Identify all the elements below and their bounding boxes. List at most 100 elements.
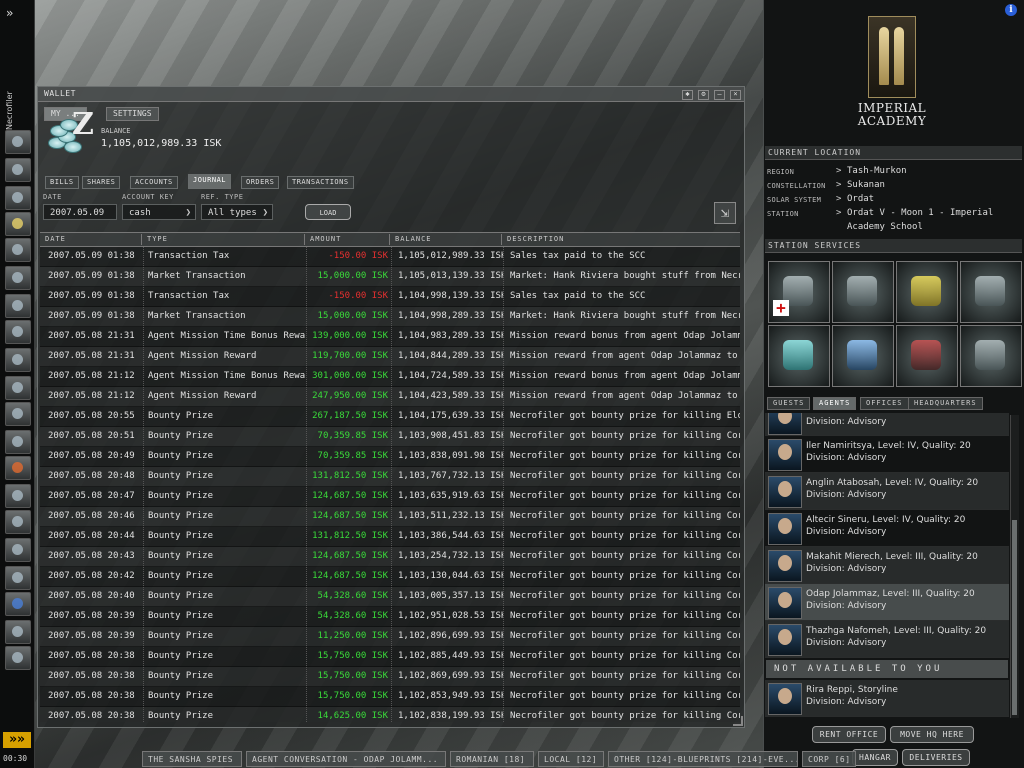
table-row[interactable]: 2007.05.09 01:38 Market Transaction 15,000…	[40, 307, 740, 327]
help-ring-icon[interactable]	[5, 456, 31, 480]
agent-list-scrollbar[interactable]	[1010, 415, 1019, 718]
date-input[interactable]: 2007.05.09	[43, 204, 117, 220]
list-item[interactable]: Odap Jolammaz, Level: III, Quality: 20 D…	[765, 584, 1009, 621]
taskbar-item[interactable]: THE SANSHA SPIES	[142, 751, 242, 767]
fitting-service-icon[interactable]	[832, 261, 894, 323]
close-icon[interactable]: ×	[730, 90, 741, 100]
table-row[interactable]: 2007.05.08 20:39 Bounty Prize 11,250.00 IS…	[40, 627, 740, 647]
table-row[interactable]: 2007.05.08 20:43 Bounty Prize 124,687.50 I…	[40, 547, 740, 567]
taskbar-item[interactable]: ROMANIAN [18]	[450, 751, 534, 767]
table-row[interactable]: 2007.05.08 20:39 Bounty Prize 54,328.60 IS…	[40, 607, 740, 627]
pin-icon[interactable]: ✱	[682, 90, 693, 100]
headset-icon[interactable]	[5, 566, 31, 590]
expand-icon[interactable]: »	[6, 6, 13, 20]
table-row[interactable]: 2007.05.09 01:38 Transaction Tax -150.00 I…	[40, 247, 740, 267]
character-sheet-icon[interactable]	[5, 130, 31, 154]
corporation-icon[interactable]	[5, 430, 31, 454]
rent-office-button[interactable]: RENT OFFICE	[812, 726, 886, 743]
region-value[interactable]: Tash-Murkon	[847, 166, 907, 176]
taskbar-item[interactable]: OTHER [124]-BLUEPRINTS [214]-EVE...	[608, 751, 798, 767]
fitting-icon[interactable]	[5, 484, 31, 508]
taskbar-item[interactable]: LOCAL [12]	[538, 751, 604, 767]
tab-settings[interactable]: SETTINGS	[106, 107, 159, 121]
undock-arrows-icon[interactable]: »»	[3, 732, 31, 748]
tab-headquarters[interactable]: HEADQUARTERS	[908, 397, 983, 410]
info-icon[interactable]: i	[1005, 4, 1017, 16]
col-amount[interactable]: AMOUNT	[304, 234, 341, 245]
solar-system-value[interactable]: Ordat	[847, 194, 874, 204]
help-icon[interactable]	[5, 592, 31, 616]
list-item[interactable]: Thazhga Nafomeh, Level: III, Quality: 20…	[765, 621, 1009, 658]
account-key-select[interactable]: cash ❯	[122, 204, 196, 220]
list-item[interactable]: Makahit Mierech, Level: III, Quality: 20…	[765, 547, 1009, 584]
list-item[interactable]: Anglin Atabosah, Level: IV, Quality: 20 …	[765, 473, 1009, 510]
deliveries-button[interactable]: DELIVERIES	[902, 749, 970, 766]
load-button[interactable]: LOAD	[305, 204, 351, 220]
tab-journal[interactable]: JOURNAL	[188, 174, 232, 189]
tab-bills[interactable]: BILLS	[45, 176, 79, 189]
taskbar-item[interactable]: AGENT CONVERSATION - ODAP JOLAMM...	[246, 751, 446, 767]
table-row[interactable]: 2007.05.09 01:38 Transaction Tax -150.00 I…	[40, 287, 740, 307]
table-row[interactable]: 2007.05.08 21:12 Agent Mission Reward 247,…	[40, 387, 740, 407]
people-icon[interactable]	[5, 158, 31, 182]
map-icon[interactable]	[5, 320, 31, 344]
table-row[interactable]: 2007.05.08 21:31 Agent Mission Time Bonus…	[40, 327, 740, 347]
scrollbar-thumb[interactable]	[1012, 520, 1017, 715]
ship-hangar-icon[interactable]	[960, 325, 1022, 387]
tab-guests[interactable]: GUESTS	[767, 397, 811, 410]
table-row[interactable]: 2007.05.08 20:44 Bounty Prize 131,812.50 I…	[40, 527, 740, 547]
table-row[interactable]: 2007.05.09 01:38 Market Transaction 15,000…	[40, 267, 740, 287]
channels-icon[interactable]	[5, 266, 31, 290]
starmap-icon[interactable]	[5, 348, 31, 372]
list-item[interactable]: Iler Namiritsya, Level: IV, Quality: 20 …	[765, 436, 1009, 473]
col-balance[interactable]: BALANCE	[389, 234, 432, 245]
table-row[interactable]: 2007.05.08 20:49 Bounty Prize 70,359.85 IS…	[40, 447, 740, 467]
resize-handle[interactable]	[733, 716, 743, 726]
browse-icon[interactable]: ⇲	[714, 202, 736, 224]
settings-icon[interactable]: ⚙	[698, 90, 709, 100]
table-row[interactable]: 2007.05.08 20:38 Bounty Prize 15,750.00 IS…	[40, 647, 740, 667]
wallet-icon[interactable]	[5, 402, 31, 426]
list-item[interactable]: Division: Advisory	[765, 413, 1009, 436]
col-description[interactable]: DESCRIPTION	[501, 234, 564, 245]
table-row[interactable]: 2007.05.08 20:47 Bounty Prize 124,687.50 I…	[40, 487, 740, 507]
tab-shares[interactable]: SHARES	[82, 176, 121, 189]
table-row[interactable]: 2007.05.08 20:48 Bounty Prize 131,812.50 I…	[40, 467, 740, 487]
ship-icon[interactable]	[5, 620, 31, 644]
repair-medical-icon[interactable]: +	[768, 261, 830, 323]
tab-accounts[interactable]: ACCOUNTS	[130, 176, 178, 189]
table-row[interactable]: 2007.05.08 20:40 Bounty Prize 54,328.60 IS…	[40, 587, 740, 607]
tab-orders[interactable]: ORDERS	[241, 176, 280, 189]
browser-icon[interactable]	[5, 510, 31, 534]
hangar-button[interactable]: HANGAR	[852, 749, 898, 766]
list-item[interactable]: Rira Reppi, Storyline Division: Advisory	[765, 680, 1009, 717]
ref-type-select[interactable]: All types ❯	[201, 204, 273, 220]
list-item[interactable]: Altecir Sineru, Level: IV, Quality: 20 D…	[765, 510, 1009, 547]
col-date[interactable]: DATE	[40, 234, 66, 245]
table-row[interactable]: 2007.05.08 20:38 Bounty Prize 14,625.00 IS…	[40, 707, 740, 722]
tab-transactions[interactable]: TRANSACTIONS	[287, 176, 354, 189]
tab-offices[interactable]: OFFICES	[860, 397, 909, 410]
constellation-value[interactable]: Sukanan	[847, 180, 885, 190]
assets-icon[interactable]	[5, 376, 31, 400]
move-hq-button[interactable]: MOVE HQ HERE	[890, 726, 974, 743]
col-type[interactable]: TYPE	[141, 234, 168, 245]
table-row[interactable]: 2007.05.08 20:46 Bounty Prize 124,687.50 I…	[40, 507, 740, 527]
reprocessing-icon[interactable]	[896, 261, 958, 323]
table-row[interactable]: 2007.05.08 20:42 Bounty Prize 124,687.50 I…	[40, 567, 740, 587]
table-row[interactable]: 2007.05.08 20:55 Bounty Prize 267,187.50 I…	[40, 407, 740, 427]
station-icon[interactable]	[5, 646, 31, 670]
log-icon[interactable]	[5, 538, 31, 562]
station-value[interactable]: Ordat V - Moon 1 - Imperial	[847, 208, 993, 218]
calculator-icon[interactable]	[5, 238, 31, 262]
table-row[interactable]: 2007.05.08 20:38 Bounty Prize 15,750.00 IS…	[40, 687, 740, 707]
table-row[interactable]: 2007.05.08 20:51 Bounty Prize 70,359.85 IS…	[40, 427, 740, 447]
minimize-icon[interactable]: –	[714, 90, 725, 100]
cloning-icon[interactable]	[768, 325, 830, 387]
bounty-office-icon[interactable]	[896, 325, 958, 387]
market-icon[interactable]	[960, 261, 1022, 323]
taskbar-item[interactable]: CORP [6]	[802, 751, 856, 767]
wallet-title-bar[interactable]: WALLET ✱ ⚙ – ×	[38, 87, 744, 102]
tab-agents[interactable]: AGENTS	[813, 397, 857, 410]
table-row[interactable]: 2007.05.08 21:31 Agent Mission Reward 119,…	[40, 347, 740, 367]
